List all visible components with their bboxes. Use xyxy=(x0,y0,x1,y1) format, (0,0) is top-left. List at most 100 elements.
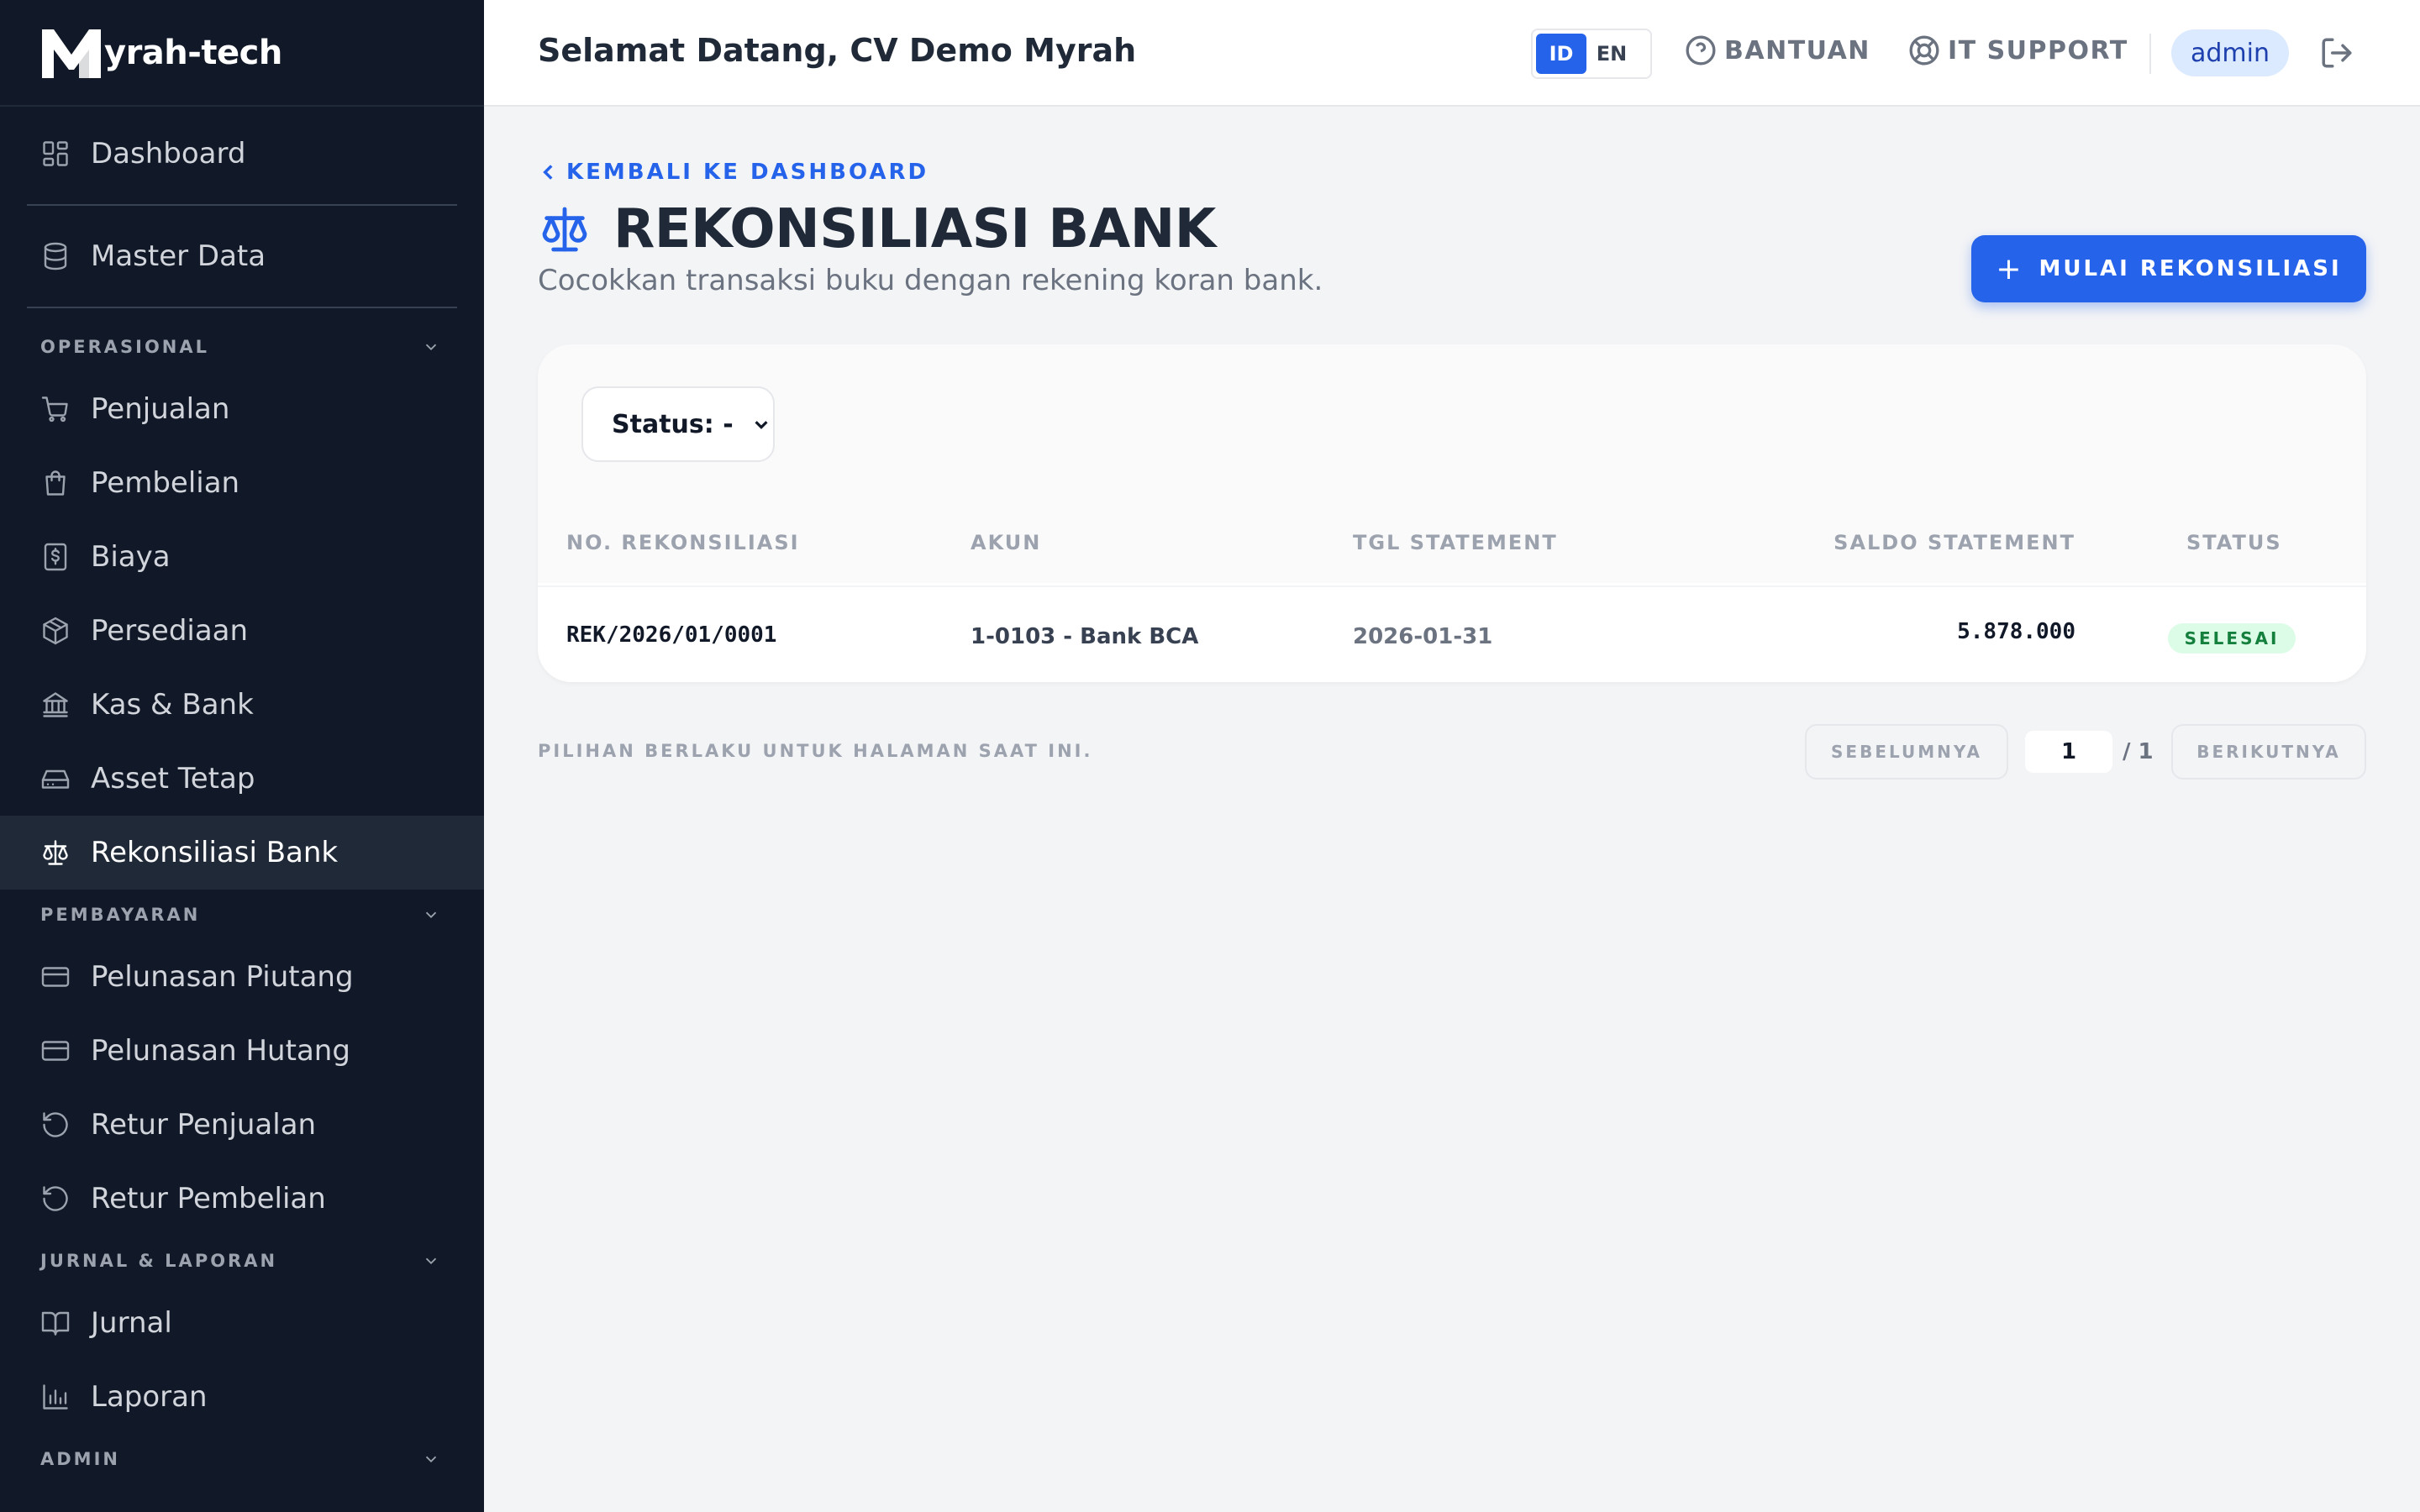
cell-account: 1-0103 - Bank BCA xyxy=(971,624,1199,649)
sidebar-item-asset-tetap[interactable]: Asset Tetap xyxy=(0,742,484,816)
sidebar-item-label: Laporan xyxy=(91,1380,208,1414)
sidebar-item-pembelian[interactable]: Pembelian xyxy=(0,446,484,520)
page-number-input[interactable]: 1 xyxy=(2025,731,2112,773)
sidebar-item-label: Penjualan xyxy=(91,392,230,426)
previous-page-button[interactable]: SEBELUMNYA xyxy=(1805,724,2008,780)
help-label: BANTUAN xyxy=(1724,35,1870,66)
receipt-icon xyxy=(40,542,71,572)
chevron-down-icon xyxy=(755,421,768,429)
bank-icon xyxy=(40,690,71,720)
start-reconciliation-button[interactable]: + MULAI REKONSILIASI xyxy=(1971,235,2366,302)
it-support-button[interactable]: IT SUPPORT xyxy=(1907,34,2128,67)
chevron-down-icon xyxy=(425,911,437,919)
top-header: Selamat Datang, CV Demo Myrah ID EN BANT… xyxy=(484,0,2420,107)
lifebuoy-icon xyxy=(1909,35,1939,66)
sidebar-item-kas-bank[interactable]: Kas & Bank xyxy=(0,668,484,742)
sidebar-item-dashboard[interactable]: Dashboard xyxy=(0,117,484,191)
card-icon xyxy=(40,962,71,992)
status-filter-value: Status: - xyxy=(612,409,734,439)
column-header-status: STATUS xyxy=(2186,531,2282,554)
cell-balance: 5.878.000 xyxy=(1957,619,2075,644)
sidebar-item-label: Pelunasan Hutang xyxy=(91,1034,350,1068)
reconciliation-table-card: Status: - NO. REKONSILIASI AKUN TGL STAT… xyxy=(538,344,2366,682)
lang-id-button[interactable]: ID xyxy=(1536,34,1586,74)
cell-date: 2026-01-31 xyxy=(1353,624,1493,649)
sidebar-item-label: Biaya xyxy=(91,540,171,574)
section-label: ADMIN xyxy=(40,1449,120,1469)
section-admin[interactable]: ADMIN xyxy=(0,1434,484,1484)
cell-number[interactable]: REK/2026/01/0001 xyxy=(566,622,776,648)
logout-icon xyxy=(2322,38,2352,68)
sidebar-item-rekonsiliasi-bank[interactable]: Rekonsiliasi Bank xyxy=(0,816,484,890)
undo-icon xyxy=(40,1110,71,1140)
sidebar-item-label: Pembelian xyxy=(91,466,240,500)
sidebar-item-pelunasan-piutang[interactable]: Pelunasan Piutang xyxy=(0,940,484,1014)
box-icon xyxy=(40,616,71,646)
next-page-button[interactable]: BERIKUTNYA xyxy=(2171,724,2366,780)
logout-button[interactable] xyxy=(2319,35,2354,71)
sidebar-item-label: Persediaan xyxy=(91,614,249,648)
section-pembayaran[interactable]: PEMBAYARAN xyxy=(0,890,484,940)
section-label: JURNAL & LAPORAN xyxy=(40,1251,278,1271)
scale-icon xyxy=(40,837,71,868)
chart-icon xyxy=(40,1382,71,1412)
divider xyxy=(27,307,457,308)
sidebar: yrah-tech Dashboard Master Data OPERASIO… xyxy=(0,0,484,1512)
sidebar-item-retur-penjualan[interactable]: Retur Penjualan xyxy=(0,1088,484,1162)
section-operasional[interactable]: OPERASIONAL xyxy=(0,322,484,372)
column-header-account: AKUN xyxy=(971,531,1042,554)
logo-m-icon xyxy=(42,29,101,78)
welcome-text: Selamat Datang, CV Demo Myrah xyxy=(538,32,1137,69)
divider xyxy=(27,204,457,206)
sidebar-item-pelunasan-hutang[interactable]: Pelunasan Hutang xyxy=(0,1014,484,1088)
chevron-down-icon xyxy=(425,344,437,351)
sidebar-item-laporan[interactable]: Laporan xyxy=(0,1360,484,1434)
column-header-date: TGL STATEMENT xyxy=(1353,531,1558,554)
cart-icon xyxy=(40,394,71,424)
status-badge: SELESAI xyxy=(2168,623,2296,654)
status-filter-select[interactable]: Status: - xyxy=(581,386,775,462)
scale-icon xyxy=(542,207,587,252)
card-icon xyxy=(40,1036,71,1066)
start-reconciliation-label: MULAI REKONSILIASI xyxy=(2039,256,2342,281)
book-icon xyxy=(40,1308,71,1338)
language-switch: ID EN xyxy=(1531,29,1652,79)
brand-name: yrah-tech xyxy=(104,33,282,72)
page-subtitle: Cocokkan transaksi buku dengan rekening … xyxy=(538,264,1323,297)
chevron-left-icon xyxy=(543,165,553,180)
back-to-dashboard-link[interactable]: KEMBALI KE DASHBOARD xyxy=(538,160,929,185)
sidebar-item-label: Retur Penjualan xyxy=(91,1108,317,1142)
pagination-note: PILIHAN BERLAKU UNTUK HALAMAN SAAT INI. xyxy=(538,741,1093,761)
help-button[interactable]: BANTUAN xyxy=(1684,34,1870,67)
page-title-row: REKONSILIASI BANK xyxy=(538,198,1216,260)
sidebar-item-label: Asset Tetap xyxy=(91,762,255,795)
table-row[interactable]: REK/2026/01/0001 1-0103 - Bank BCA 2026-… xyxy=(538,585,2366,682)
column-header-balance: SALDO STATEMENT xyxy=(1833,531,2075,554)
back-label: KEMBALI KE DASHBOARD xyxy=(566,160,929,185)
divider xyxy=(2149,34,2151,74)
sidebar-item-jurnal[interactable]: Jurnal xyxy=(0,1286,484,1360)
sidebar-item-label: Pelunasan Piutang xyxy=(91,960,354,994)
sidebar-item-penjualan[interactable]: Penjualan xyxy=(0,372,484,446)
table-toolbar: Status: - NO. REKONSILIASI AKUN TGL STAT… xyxy=(538,344,2366,583)
section-label: PEMBAYARAN xyxy=(40,905,201,925)
lang-en-button[interactable]: EN xyxy=(1586,34,1637,74)
sidebar-item-persediaan[interactable]: Persediaan xyxy=(0,594,484,668)
user-badge[interactable]: admin xyxy=(2171,29,2289,76)
grid-icon xyxy=(40,139,71,169)
sidebar-item-master-data[interactable]: Master Data xyxy=(0,219,484,293)
page-title: REKONSILIASI BANK xyxy=(613,198,1216,260)
sidebar-item-label: Kas & Bank xyxy=(91,688,254,722)
chevron-down-icon xyxy=(425,1456,437,1463)
sidebar-item-label: Rekonsiliasi Bank xyxy=(91,836,339,869)
sidebar-item-label: Retur Pembelian xyxy=(91,1182,326,1215)
database-icon xyxy=(40,241,71,271)
it-support-label: IT SUPPORT xyxy=(1948,35,2128,66)
sidebar-item-label: Dashboard xyxy=(91,137,246,171)
sidebar-item-retur-pembelian[interactable]: Retur Pembelian xyxy=(0,1162,484,1236)
sidebar-item-biaya[interactable]: Biaya xyxy=(0,520,484,594)
brand[interactable]: yrah-tech xyxy=(0,0,484,107)
section-jurnal-laporan[interactable]: JURNAL & LAPORAN xyxy=(0,1236,484,1286)
plus-icon: + xyxy=(1996,251,2024,286)
sidebar-item-label: Jurnal xyxy=(91,1306,172,1340)
